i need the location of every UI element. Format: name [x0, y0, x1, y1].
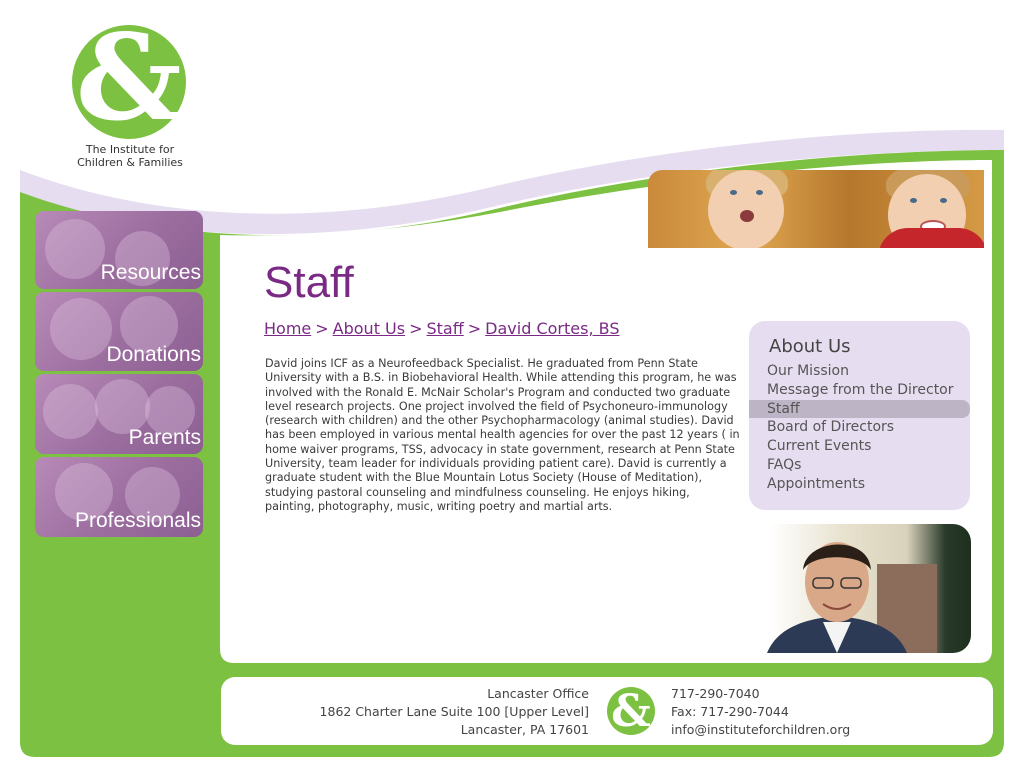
footer-office: Lancaster Office [487, 686, 589, 701]
link-message-from-director[interactable]: Message from the Director [749, 381, 970, 400]
footer: Lancaster Office 1862 Charter Lane Suite… [221, 677, 993, 745]
nav-photo-shape [43, 384, 98, 439]
link-board-of-directors[interactable]: Board of Directors [749, 418, 970, 437]
footer-contact: 717-290-7040 Fax: 717-290-7044 info@inst… [671, 685, 850, 739]
nav-label-professionals: Professionals [74, 509, 201, 532]
breadcrumb-about-us[interactable]: About Us [333, 319, 405, 338]
nav-label-parents: Parents [128, 426, 201, 449]
photo-eye [940, 198, 947, 203]
breadcrumb-david-cortes[interactable]: David Cortes, BS [485, 319, 619, 338]
nav-professionals[interactable]: Professionals [35, 457, 203, 537]
footer-street: 1862 Charter Lane Suite 100 [Upper Level… [319, 704, 589, 719]
about-us-title: About Us [769, 336, 851, 357]
link-our-mission[interactable]: Our Mission [749, 362, 970, 381]
photo-shirt [878, 228, 984, 248]
page-title: Staff [264, 258, 354, 307]
nav-donations[interactable]: Donations [35, 292, 203, 371]
footer-fax: Fax: 717-290-7044 [671, 704, 789, 719]
photo-mouth [740, 210, 754, 222]
about-us-menu: About Us Our Mission Message from the Di… [749, 321, 970, 510]
photo-eye [730, 190, 737, 195]
nav-parents[interactable]: Parents [35, 374, 203, 454]
site-logo[interactable]: & The Institute for Children & Families [60, 16, 200, 170]
footer-logo-ampersand: & [611, 686, 651, 736]
footer-logo-svg: & [607, 686, 655, 737]
footer-phone[interactable]: 717-290-7040 [671, 685, 850, 703]
footer-logo-icon: & [606, 686, 656, 737]
breadcrumb-staff[interactable]: Staff [427, 319, 464, 338]
logo-text: The Institute for Children & Families [60, 143, 200, 169]
nav-label-resources: Resources [100, 261, 201, 284]
staff-bio: David joins ICF as a Neurofeedback Speci… [265, 357, 740, 513]
logo-line-1: The Institute for [85, 143, 175, 156]
photo-eye [910, 198, 917, 203]
nav-photo-shape [50, 298, 112, 360]
link-appointments[interactable]: Appointments [749, 475, 970, 494]
photo-eye [756, 190, 763, 195]
breadcrumb-home[interactable]: Home [264, 319, 311, 338]
portrait-illustration [767, 542, 937, 653]
link-current-events[interactable]: Current Events [749, 437, 970, 456]
logo-line-2: Children & Families [77, 156, 183, 169]
breadcrumb-separator: > [467, 319, 482, 338]
nav-label-donations: Donations [106, 343, 201, 366]
ampersand-logo-icon: & [75, 8, 183, 147]
breadcrumb-separator: > [409, 319, 423, 338]
link-faqs[interactable]: FAQs [749, 456, 970, 475]
staff-portrait [757, 524, 971, 653]
breadcrumb-separator: > [315, 319, 329, 338]
footer-city: Lancaster, PA 17601 [460, 722, 589, 737]
children-photo [648, 170, 984, 248]
nav-photo-shape [45, 219, 105, 279]
about-us-links: Our Mission Message from the Director St… [749, 362, 970, 494]
breadcrumb: Home > About Us > Staff > David Cortes, BS [264, 319, 619, 339]
nav-resources[interactable]: Resources [35, 211, 203, 289]
footer-address: Lancaster Office 1862 Charter Lane Suite… [320, 685, 589, 739]
link-staff[interactable]: Staff [749, 399, 970, 419]
footer-email[interactable]: info@instituteforchildren.org [671, 721, 850, 739]
photo-child-face [708, 170, 784, 248]
